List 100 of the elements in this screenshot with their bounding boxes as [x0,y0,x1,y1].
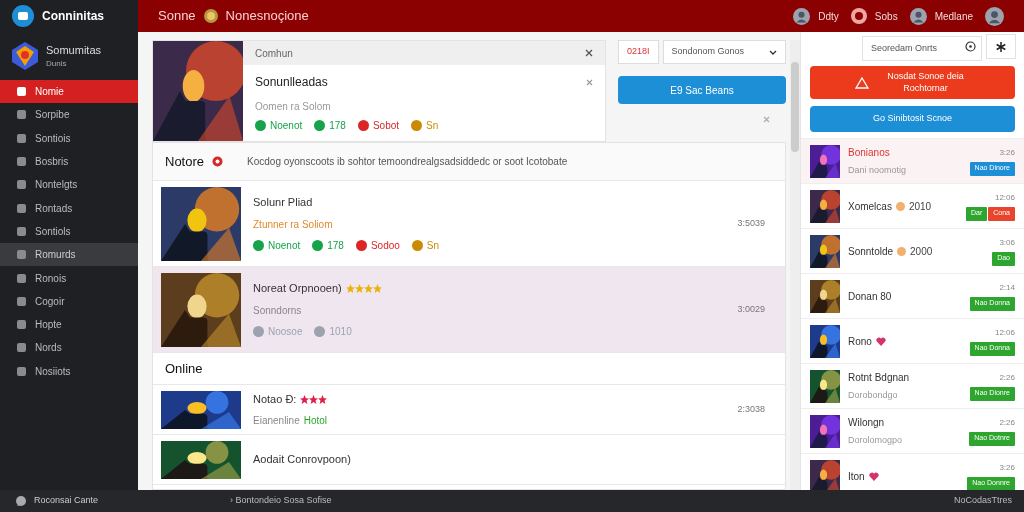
nav-item[interactable]: Sontiois [0,126,138,150]
logo-icon [12,5,34,27]
meta-text: Sn [426,119,439,133]
friend-time: 12:06 [994,191,1015,204]
friend-time: 3:06 [999,236,1015,249]
code-field[interactable]: 0218I [618,40,659,64]
tile-icon [16,249,27,261]
nav-item[interactable]: Nords [0,336,138,360]
nav-item[interactable]: Sorpibe [0,103,138,127]
friend-time: 12:06 [994,326,1015,339]
tile-icon [16,132,27,144]
nav-item[interactable]: Bosbris [0,149,138,174]
star-icon [372,284,382,293]
top-title: Sonne [158,7,196,26]
user-name[interactable]: Sobs [874,8,898,24]
gem-logo-icon [12,42,38,70]
meta-text: Sobot [372,119,400,133]
tile-icon [16,109,27,121]
chevron-down-icon [769,49,777,55]
coin-icon [897,246,907,256]
nav-item[interactable]: Cogoir [0,289,138,313]
tile-icon [16,156,27,168]
friend-time: 3:26 [999,146,1015,159]
friend-name: Wilongn [848,415,885,430]
footer-breadcrumb[interactable]: › Bontondeio Sosa Sofise [230,494,954,508]
section-title: Notore [165,152,205,171]
meta-text: Noenot [268,238,301,253]
item-subtitle: Ztunner ra Soliom [253,217,333,232]
nav-item[interactable]: Hopte [0,312,138,337]
coin-icon [895,201,905,211]
nav-item[interactable]: Nomie [0,80,138,104]
item-title: Aodait Conrovpoon) [253,452,351,468]
nav-item[interactable]: Romurds [0,243,138,267]
meta-text: Sodoo [370,238,400,253]
avatar-icon [985,6,1004,26]
tile-icon [16,365,27,377]
tile-icon [16,225,27,237]
star-icon [309,394,319,404]
item-title: Noreat Orpnooen) [253,281,342,297]
friend-subtitle: Dorobondgo [848,388,899,402]
meta-text: 178 [327,238,344,253]
card-header: Comhun [255,46,294,61]
item-time: 2:3038 [737,402,766,416]
nav-item[interactable]: Nosiiots [0,359,138,383]
brand-subtitle: Dunis [46,58,68,71]
action-button[interactable]: E9 Sac Beans [618,76,786,104]
item-time: 3:0029 [737,302,766,316]
target-icon [965,41,976,52]
asterisk-icon [996,41,1006,52]
tile-icon [16,319,27,331]
friend-name: Bonianos [848,145,890,160]
user-name[interactable]: Medlane [934,8,973,24]
chat-icon [850,8,867,24]
meta-text: Sn [426,238,440,253]
friend-name: Xomelcas [848,199,892,214]
tile-icon [16,202,27,214]
friend-score: 2000 [910,244,933,259]
dropdown[interactable]: Sondonom Gonos [662,40,786,64]
list-item[interactable]: Noreat Orpnooen) Sonndorns Noosoe 1010 3:0029 [153,267,785,353]
friend-time: 2:26 [999,416,1015,429]
star-icon [354,284,364,293]
meta-text: Noenot [270,119,303,133]
footer-text: Roconsai Cante [34,494,99,508]
status-tag: Hotol [303,413,328,429]
nav-item[interactable]: Ronois [0,266,138,290]
friend-time: 2:26 [999,371,1015,384]
friend-score: 2010 [908,199,932,214]
item-title: Notao Ð: [253,391,297,407]
avatar-icon [793,7,811,25]
scrollbar[interactable] [790,40,800,490]
search-field[interactable]: Seoredam Onrts [862,35,982,61]
warning-icon [854,76,869,89]
friend-subtitle: Dorolomogpo [848,433,904,447]
friend-subtitle: Dani noomotig [848,163,908,177]
friend-time: 2:14 [999,281,1015,294]
notice-text: Kocdog oyonscoots ib sohtor temoondrealgsadsiddedc or soot Icotobate [247,155,568,169]
brand-name: Somumitas [46,42,102,58]
star-icon [318,394,328,404]
item-title: Solunr Pliad [253,195,313,211]
nav-item[interactable]: Sontiols [0,219,138,244]
top-title: Nonesnoçione [225,7,309,26]
tile-icon [16,179,27,191]
tile-icon [16,86,27,98]
meta-text: Noosoe [268,324,303,339]
friend-name: Donan 80 [848,289,892,304]
nav-item[interactable]: Rontads [0,196,138,220]
friend-time: 3:26 [999,461,1015,474]
card-subtitle: Oomen ra Solom [254,100,332,114]
primary-button[interactable]: Go Sinibtosit Scnoe [810,106,1015,132]
card-title: Sonunlleadas [255,74,329,91]
star-icon [363,284,373,293]
item-subtitle: Sonndorns [253,303,302,318]
friend-name: Rono [848,334,872,349]
alert-button[interactable]: Nosdat Sonoe deia Rochtornar [810,66,1015,99]
nav-item[interactable]: Nontelgts [0,173,138,197]
coin-icon [203,9,218,23]
user-name[interactable]: Ddty [818,8,839,24]
star-button[interactable] [986,34,1016,59]
badge-icon [212,156,224,167]
star-icon [345,284,355,293]
